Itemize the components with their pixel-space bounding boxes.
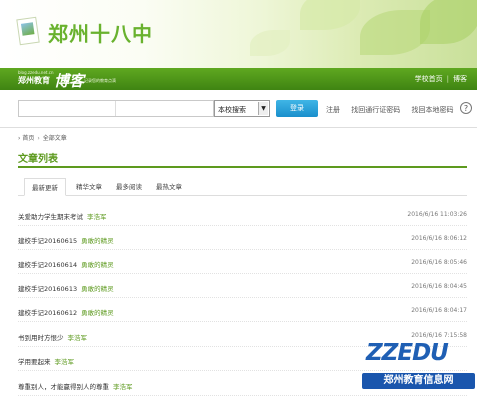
article-date: 2016/6/16 8:05:46 [411, 259, 467, 266]
article-date: 2016/6/16 8:04:17 [411, 307, 467, 314]
nav-link-school-home[interactable]: 学校首页 [415, 75, 443, 83]
school-logo-icon [16, 16, 40, 46]
account-links: 注册 找回通行证密码 找回本地密码 [326, 105, 462, 115]
nav-links: 学校首页 | 博客 [415, 74, 467, 84]
search-scope-select[interactable]: 本校搜索 ▼ [214, 100, 270, 117]
login-button[interactable]: 登录 [276, 100, 318, 117]
article-title-link[interactable]: 关爱助力学生期末考试 李浩军 [18, 211, 107, 221]
article-author-link[interactable]: 李浩军 [68, 334, 88, 342]
article-row: 关爱助力学生期末考试 李浩军 2016/6/16 11:03:26 [18, 204, 467, 226]
recover-local-password-link[interactable]: 找回本地密码 [411, 106, 453, 114]
brand-blog: 博客 [54, 72, 85, 90]
title-underline [18, 166, 467, 168]
article-title-link[interactable]: 尊重别人，才能赢得别人的尊重 李浩军 [18, 381, 133, 391]
article-author-link[interactable]: 勇敢的精灵 [81, 261, 114, 269]
register-link[interactable]: 注册 [326, 106, 340, 114]
brand-name: 郑州教育 [18, 76, 50, 85]
header-banner: 郑州十八中 [0, 0, 477, 68]
breadcrumb-current: 全部文章 [42, 135, 67, 142]
divider [0, 127, 477, 128]
article-date: 2016/6/16 8:04:45 [411, 283, 467, 290]
help-icon[interactable]: ? [460, 102, 472, 114]
article-title-link[interactable]: 学用要起来 李浩军 [18, 356, 74, 366]
article-author-link[interactable]: 勇敢的精灵 [81, 285, 114, 293]
recover-passport-password-link[interactable]: 找回通行证密码 [351, 106, 400, 114]
search-row: 本校搜索 ▼ 登录 注册 找回通行证密码 找回本地密码 ? [0, 90, 477, 128]
nav-separator: | [446, 75, 449, 83]
search-input[interactable] [18, 100, 214, 117]
watermark-text: 郑州教育信息网 [362, 373, 475, 389]
breadcrumb: › 首页 › 全部文章 [18, 133, 67, 142]
leaf-decoration [300, 0, 360, 30]
chevron-down-icon: ▼ [258, 102, 268, 115]
article-tabs: 最新更新 精华文章 最多阅读 最热文章 [18, 176, 467, 196]
search-input-divider [115, 101, 116, 116]
tab-most-read[interactable]: 最多阅读 [116, 181, 142, 191]
article-author-link[interactable]: 李浩军 [113, 383, 133, 391]
article-date: 2016/6/16 8:06:12 [411, 235, 467, 242]
zzedu-watermark: ZZEDU 郑州教育信息网 [362, 340, 477, 400]
breadcrumb-home[interactable]: 首页 [22, 135, 34, 142]
brand-slogan: 记录您的教育点滴 [84, 78, 116, 83]
article-author-link[interactable]: 李浩军 [87, 213, 107, 221]
tab-featured[interactable]: 精华文章 [76, 181, 102, 191]
school-name: 郑州十八中 [48, 22, 153, 46]
article-title-link[interactable]: 书到用时方恨少 李浩军 [18, 332, 87, 342]
article-row: 建校手记20160614 勇敢的精灵 2016/6/16 8:05:46 [18, 252, 467, 274]
breadcrumb-separator: › [37, 135, 40, 142]
tab-hottest[interactable]: 最热文章 [156, 181, 182, 191]
article-row: 建校手记20160615 勇敢的精灵 2016/6/16 8:06:12 [18, 228, 467, 250]
leaf-decoration [420, 0, 477, 44]
article-date: 2016/6/16 11:03:26 [407, 211, 467, 218]
article-title-link[interactable]: 建校手记20160613 勇敢的精灵 [18, 283, 114, 293]
article-author-link[interactable]: 勇敢的精灵 [81, 237, 114, 245]
leaf-decoration [250, 30, 290, 56]
article-title-link[interactable]: 建校手记20160615 勇敢的精灵 [18, 235, 114, 245]
tab-latest[interactable]: 最新更新 [24, 178, 66, 196]
top-nav-bar: blog.zzedu.net.cn 郑州教育 博客 记录您的教育点滴 学校首页 |… [0, 68, 477, 90]
article-title-link[interactable]: 建校手记20160614 勇敢的精灵 [18, 259, 114, 269]
article-author-link[interactable]: 李浩军 [55, 358, 75, 366]
article-author-link[interactable]: 勇敢的精灵 [81, 309, 114, 317]
article-date: 2016/6/16 7:15:58 [411, 332, 467, 339]
page-title: 文章列表 [18, 154, 58, 165]
search-scope-value: 本校搜索 [218, 106, 246, 114]
zzedu-logo: ZZEDU [366, 340, 449, 366]
nav-link-blog[interactable]: 博客 [453, 75, 467, 83]
article-row: 建校手记20160613 勇敢的精灵 2016/6/16 8:04:45 [18, 276, 467, 298]
breadcrumb-arrow-icon: › [18, 135, 21, 142]
article-title-link[interactable]: 建校手记20160612 勇敢的精灵 [18, 307, 114, 317]
article-row: 建校手记20160612 勇敢的精灵 2016/6/16 8:04:17 [18, 300, 467, 322]
